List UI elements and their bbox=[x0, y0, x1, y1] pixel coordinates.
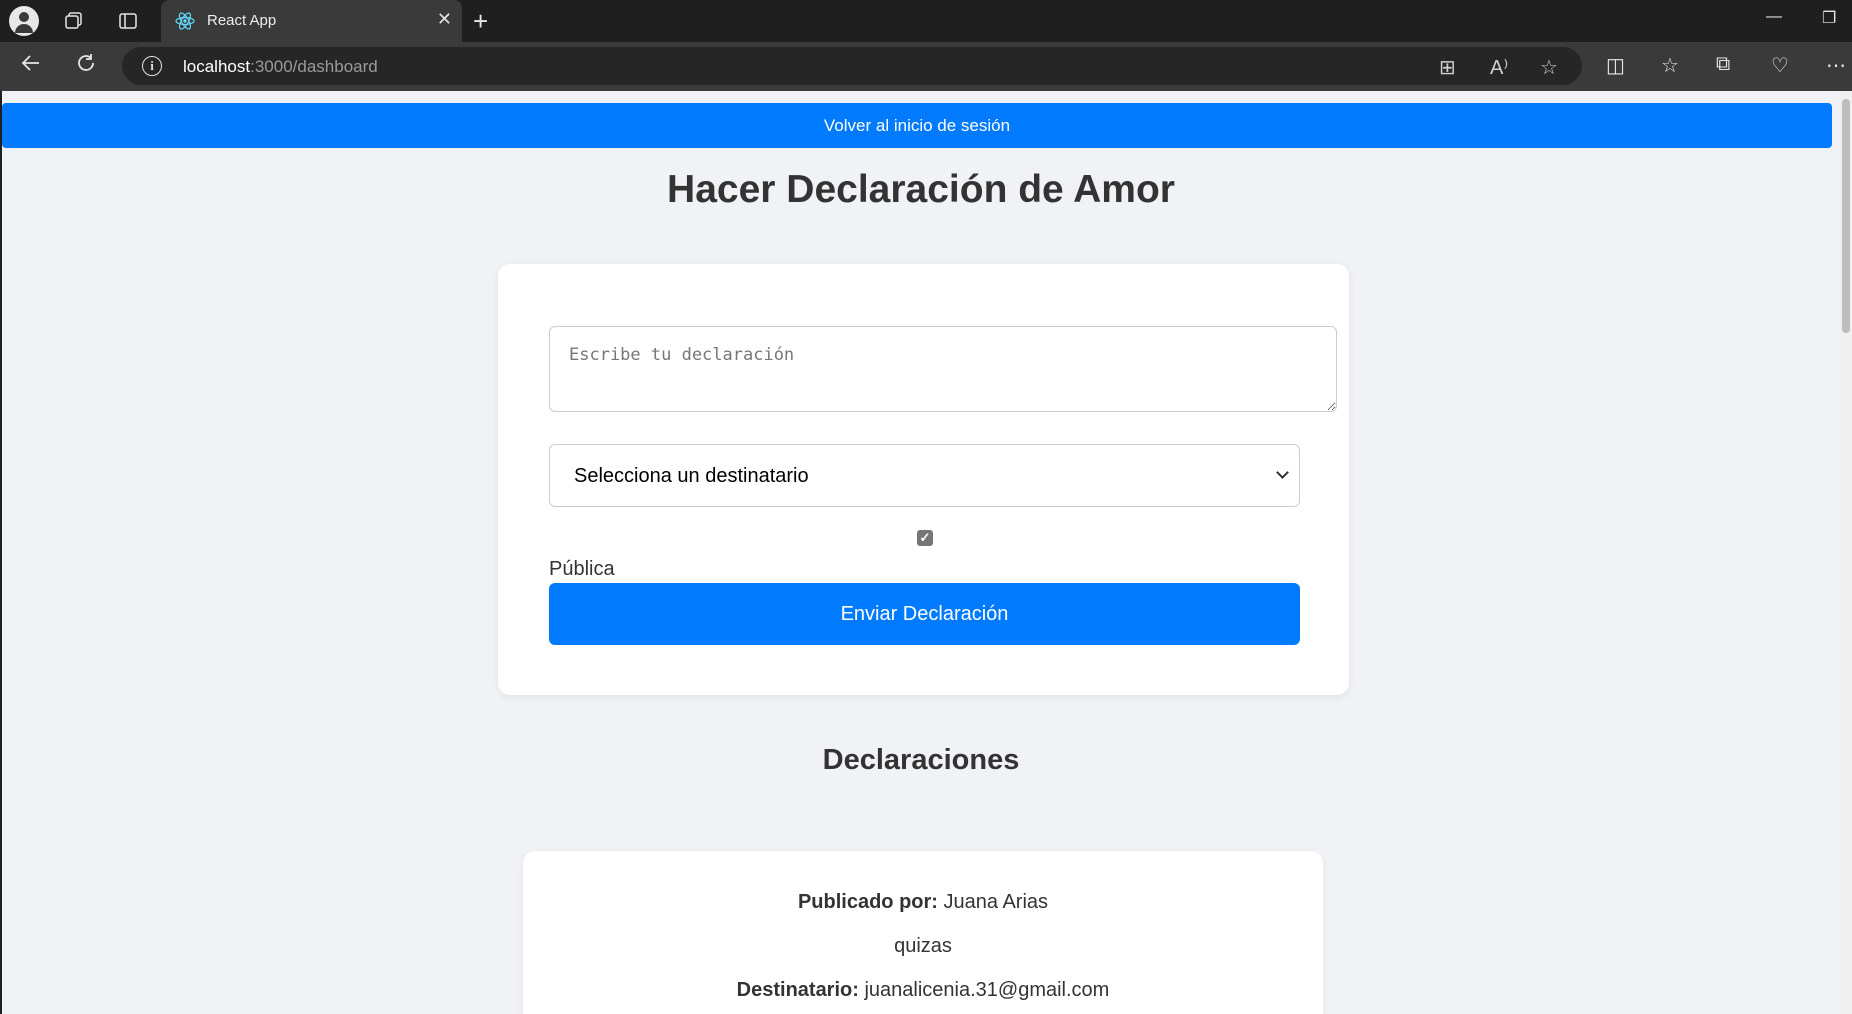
scrollbar-thumb[interactable] bbox=[1842, 99, 1850, 333]
more-options-icon[interactable]: ⋯ bbox=[1826, 53, 1846, 78]
address-bar[interactable]: i localhost:3000/dashboard ⊞ A⁾ ☆ bbox=[122, 47, 1582, 85]
browser-navbar: i localhost:3000/dashboard ⊞ A⁾ ☆ ◫ ☆ ⧉ … bbox=[0, 42, 1852, 91]
page-title: Hacer Declaración de Amor bbox=[667, 168, 1175, 211]
site-info-icon[interactable]: i bbox=[142, 56, 162, 76]
declaration-textarea[interactable] bbox=[549, 326, 1337, 412]
declaration-card: Publicado por: Juana Arias quizas Destin… bbox=[523, 851, 1323, 1014]
close-tab-icon[interactable]: ✕ bbox=[437, 9, 452, 30]
recipient-select-value: Selecciona un destinatario bbox=[574, 465, 809, 487]
profile-avatar-icon[interactable] bbox=[9, 6, 39, 36]
favorites-icon[interactable]: ☆ bbox=[1661, 53, 1679, 78]
recipient-select[interactable]: Selecciona un destinatario bbox=[549, 444, 1300, 507]
minimize-icon[interactable]: — bbox=[1766, 8, 1782, 26]
back-arrow-icon[interactable] bbox=[20, 52, 42, 80]
read-aloud-icon[interactable]: A⁾ bbox=[1490, 55, 1508, 80]
split-screen-icon[interactable]: ◫ bbox=[1606, 53, 1625, 78]
restore-icon[interactable]: ❐ bbox=[1822, 8, 1836, 28]
post-recipient: Destinatario: juanalicenia.31@gmail.com bbox=[736, 979, 1110, 1001]
url-text[interactable]: localhost:3000/dashboard bbox=[183, 57, 378, 77]
post-message: quizas bbox=[894, 935, 952, 957]
page-viewport: Volver al inicio de sesión Hacer Declara… bbox=[2, 91, 1840, 1014]
browser-tab[interactable]: React App ✕ bbox=[161, 0, 462, 42]
tab-title: React App bbox=[207, 12, 277, 29]
page-scrollbar[interactable] bbox=[1840, 91, 1852, 1014]
public-checkbox-label: Pública bbox=[549, 558, 615, 580]
back-to-login-button[interactable]: Volver al inicio de sesión bbox=[2, 103, 1832, 148]
workspaces-icon[interactable] bbox=[61, 8, 87, 34]
browser-titlebar: React App ✕ + — ❐ bbox=[0, 0, 1852, 42]
new-tab-icon[interactable]: + bbox=[473, 6, 488, 37]
submit-declaration-button[interactable]: Enviar Declaración bbox=[549, 583, 1300, 645]
collections-icon[interactable]: ⧉ bbox=[1716, 53, 1730, 76]
apps-icon[interactable]: ⊞ bbox=[1439, 55, 1456, 80]
react-icon bbox=[175, 12, 195, 30]
reload-icon[interactable] bbox=[75, 52, 97, 80]
favorite-star-icon[interactable]: ☆ bbox=[1540, 55, 1558, 80]
declaration-form: Selecciona un destinatario ✓ Pública Env… bbox=[498, 264, 1349, 695]
chevron-down-icon bbox=[1276, 466, 1289, 479]
public-checkbox[interactable]: ✓ bbox=[917, 530, 933, 546]
post-author: Publicado por: Juana Arias bbox=[797, 891, 1049, 913]
browser-essentials-icon[interactable]: ♡ bbox=[1771, 53, 1789, 78]
tab-actions-icon[interactable] bbox=[115, 8, 141, 34]
declarations-section-title: Declaraciones bbox=[822, 744, 1020, 776]
